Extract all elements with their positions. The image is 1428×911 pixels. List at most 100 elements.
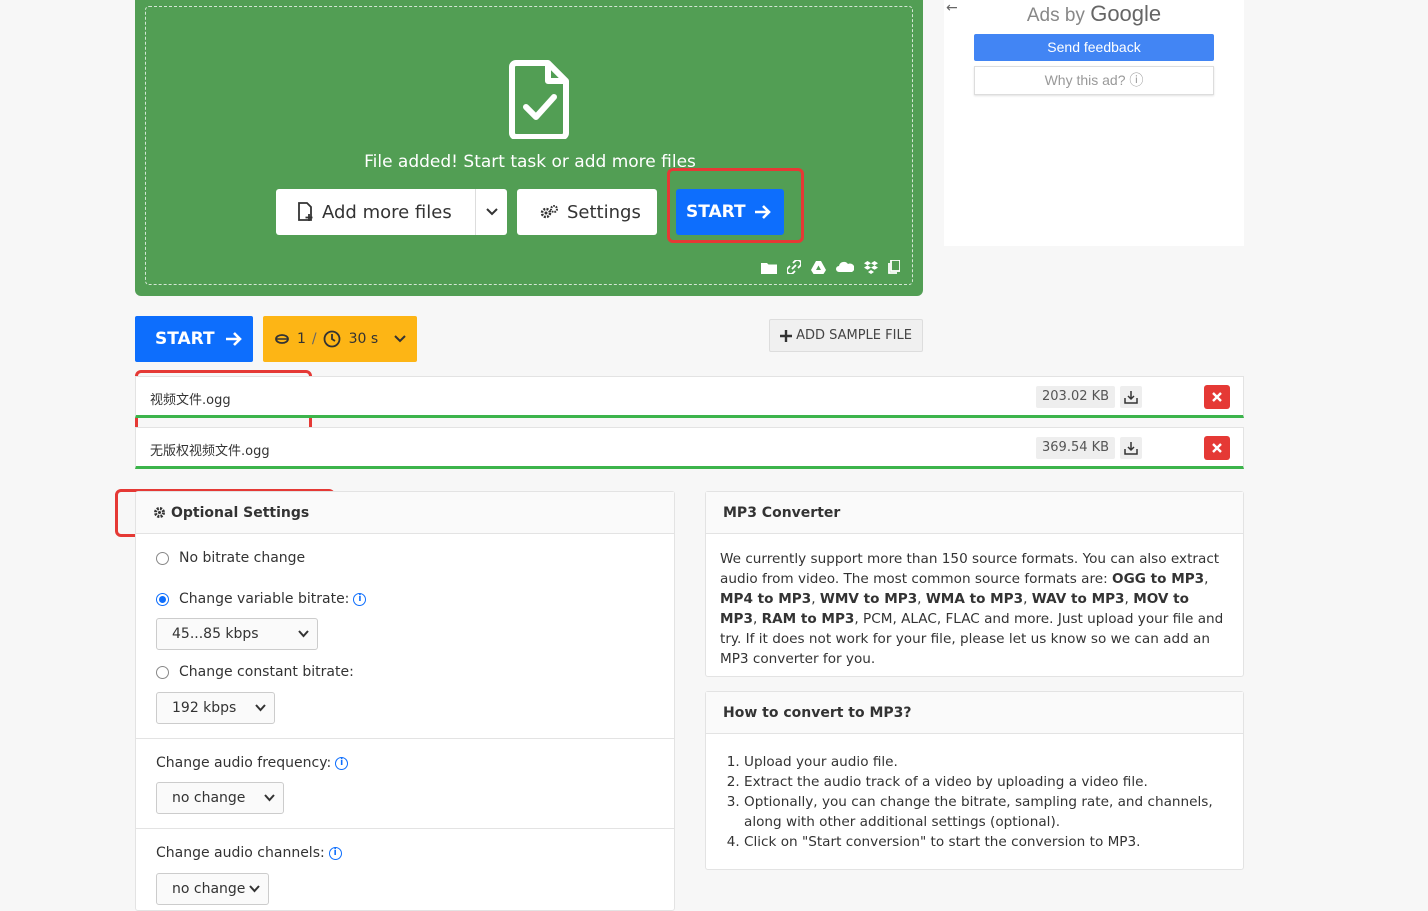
settings-label: Settings	[567, 201, 641, 223]
clipboard-icon[interactable]	[888, 260, 900, 274]
file-add-icon	[298, 202, 313, 221]
constant-bitrate-select[interactable]: 192 kbps	[156, 692, 275, 724]
ads-by-google: Ads by Google	[974, 1, 1214, 27]
frequency-select[interactable]: no change	[156, 782, 284, 814]
mp3-converter-description: We currently support more than 150 sourc…	[706, 534, 1243, 684]
file-row: 视频文件.ogg 203.02 KB	[135, 376, 1244, 418]
divider	[136, 828, 674, 829]
frequency-value: no change	[172, 790, 246, 806]
channels-select[interactable]: no change	[156, 873, 269, 905]
credits-separator: /	[311, 331, 317, 347]
google-drive-icon[interactable]	[811, 260, 826, 274]
file-row: 无版权视频文件.ogg 369.54 KB	[135, 427, 1244, 469]
how-to-header: How to convert to MP3?	[706, 692, 1243, 734]
chevron-down-icon	[255, 704, 266, 712]
how-to-step: Optionally, you can change the bitrate, …	[744, 792, 1229, 832]
radio-constant-bitrate[interactable]	[156, 665, 169, 679]
format-separator: ,	[854, 611, 864, 627]
start-button[interactable]: START	[135, 316, 253, 362]
chevron-down-icon	[485, 208, 498, 216]
send-feedback-button[interactable]: Send feedback	[974, 34, 1214, 61]
no-bitrate-option[interactable]: No bitrate change	[156, 550, 305, 566]
add-more-dropdown-toggle[interactable]	[476, 189, 507, 235]
info-icon[interactable]: i	[335, 756, 349, 770]
no-bitrate-label: No bitrate change	[179, 550, 306, 566]
format-separator: ,	[1204, 571, 1209, 587]
format-separator: ,	[1023, 591, 1032, 607]
variable-bitrate-label: Change variable bitrate:	[179, 591, 350, 607]
format-link[interactable]: OGG to MP3	[1112, 571, 1204, 587]
cloud-download-icon	[1124, 442, 1138, 455]
format-separator: ,	[917, 591, 926, 607]
divider	[136, 738, 674, 739]
clock-icon	[323, 330, 341, 348]
add-more-files-button[interactable]: Add more files	[276, 189, 507, 235]
file-name: 无版权视频文件.ogg	[150, 444, 270, 459]
chevron-down-icon	[249, 885, 260, 893]
why-this-ad-button[interactable]: Why this ad? ⓘ	[974, 66, 1214, 95]
format-link[interactable]: RAM to MP3	[762, 611, 855, 627]
variable-bitrate-value: 45...85 kbps	[172, 626, 259, 642]
back-arrow-icon[interactable]: ←	[946, 0, 958, 16]
add-sample-file-button[interactable]: ADD SAMPLE FILE	[769, 319, 923, 352]
how-to-step: Upload your audio file.	[744, 752, 1229, 772]
format-separator: ,	[811, 591, 820, 607]
cloud-source-icons	[761, 260, 900, 274]
info-icon[interactable]: i	[353, 592, 367, 606]
arrow-right-icon	[754, 205, 771, 219]
format-link[interactable]: WMA to MP3	[926, 591, 1023, 607]
ads-by-label: Ads by	[1026, 5, 1085, 26]
plus-icon	[780, 329, 793, 342]
folder-icon[interactable]	[761, 261, 777, 274]
format-link[interactable]: WMV to MP3	[820, 591, 917, 607]
add-more-files-label: Add more files	[322, 201, 452, 223]
settings-button[interactable]: Settings	[517, 189, 657, 235]
optional-settings-title: Optional Settings	[171, 504, 310, 521]
variable-bitrate-select[interactable]: 45...85 kbps	[156, 618, 318, 650]
start-button-top[interactable]: START	[676, 189, 784, 235]
variable-bitrate-option[interactable]: Change variable bitrate: i	[156, 591, 367, 607]
start-label: START	[155, 329, 215, 349]
mp3-converter-header: MP3 Converter	[706, 492, 1243, 534]
download-button[interactable]	[1120, 437, 1142, 459]
delete-file-button[interactable]	[1204, 385, 1230, 409]
how-to-panel: How to convert to MP3? Upload your audio…	[705, 691, 1244, 870]
dropbox-icon[interactable]	[864, 260, 878, 274]
start-label: START	[686, 202, 746, 222]
optional-settings-header: Optional Settings	[136, 492, 674, 534]
how-to-title: How to convert to MP3?	[723, 704, 912, 721]
constant-bitrate-option[interactable]: Change constant bitrate:	[156, 664, 354, 680]
file-size: 369.54 KB	[1036, 437, 1116, 459]
link-icon[interactable]	[787, 260, 801, 274]
radio-no-bitrate[interactable]	[156, 551, 169, 565]
dropzone-message: File added! Start task or add more files	[364, 152, 696, 172]
credits-time-dropdown[interactable]: 1 / 30 s	[263, 316, 417, 362]
info-icon[interactable]: i	[328, 846, 342, 860]
constant-bitrate-label: Change constant bitrate:	[179, 664, 354, 680]
channels-label-row: Change audio channels: i	[156, 845, 342, 861]
format-separator: ,	[752, 611, 762, 627]
chevron-down-icon	[298, 630, 309, 638]
chevron-down-icon	[264, 794, 275, 802]
format-link[interactable]: WAV to MP3	[1032, 591, 1125, 607]
delete-file-button[interactable]	[1204, 436, 1230, 460]
add-sample-label: ADD SAMPLE FILE	[796, 328, 912, 343]
coins-icon	[275, 334, 289, 344]
frequency-label: Change audio frequency:	[156, 755, 332, 771]
file-check-icon	[509, 60, 569, 139]
radio-variable-bitrate[interactable]	[156, 592, 169, 606]
file-size: 203.02 KB	[1036, 386, 1116, 408]
dropzone-dashed-area[interactable]: File added! Start task or add more files…	[145, 6, 913, 285]
mp3-converter-panel: MP3 Converter We currently support more …	[705, 491, 1244, 677]
download-button[interactable]	[1120, 386, 1142, 408]
close-icon	[1212, 443, 1222, 453]
file-name: 视频文件.ogg	[150, 393, 231, 408]
upload-dropzone[interactable]: File added! Start task or add more files…	[135, 0, 923, 296]
format-separator: ,	[1124, 591, 1134, 607]
chevron-down-icon	[394, 335, 406, 343]
close-icon	[1212, 392, 1222, 402]
how-to-step: Extract the audio track of a video by up…	[744, 772, 1229, 792]
onedrive-icon[interactable]	[836, 261, 854, 273]
how-to-step: Click on "Start conversion" to start the…	[744, 832, 1229, 852]
format-link[interactable]: MP4 to MP3	[720, 591, 811, 607]
